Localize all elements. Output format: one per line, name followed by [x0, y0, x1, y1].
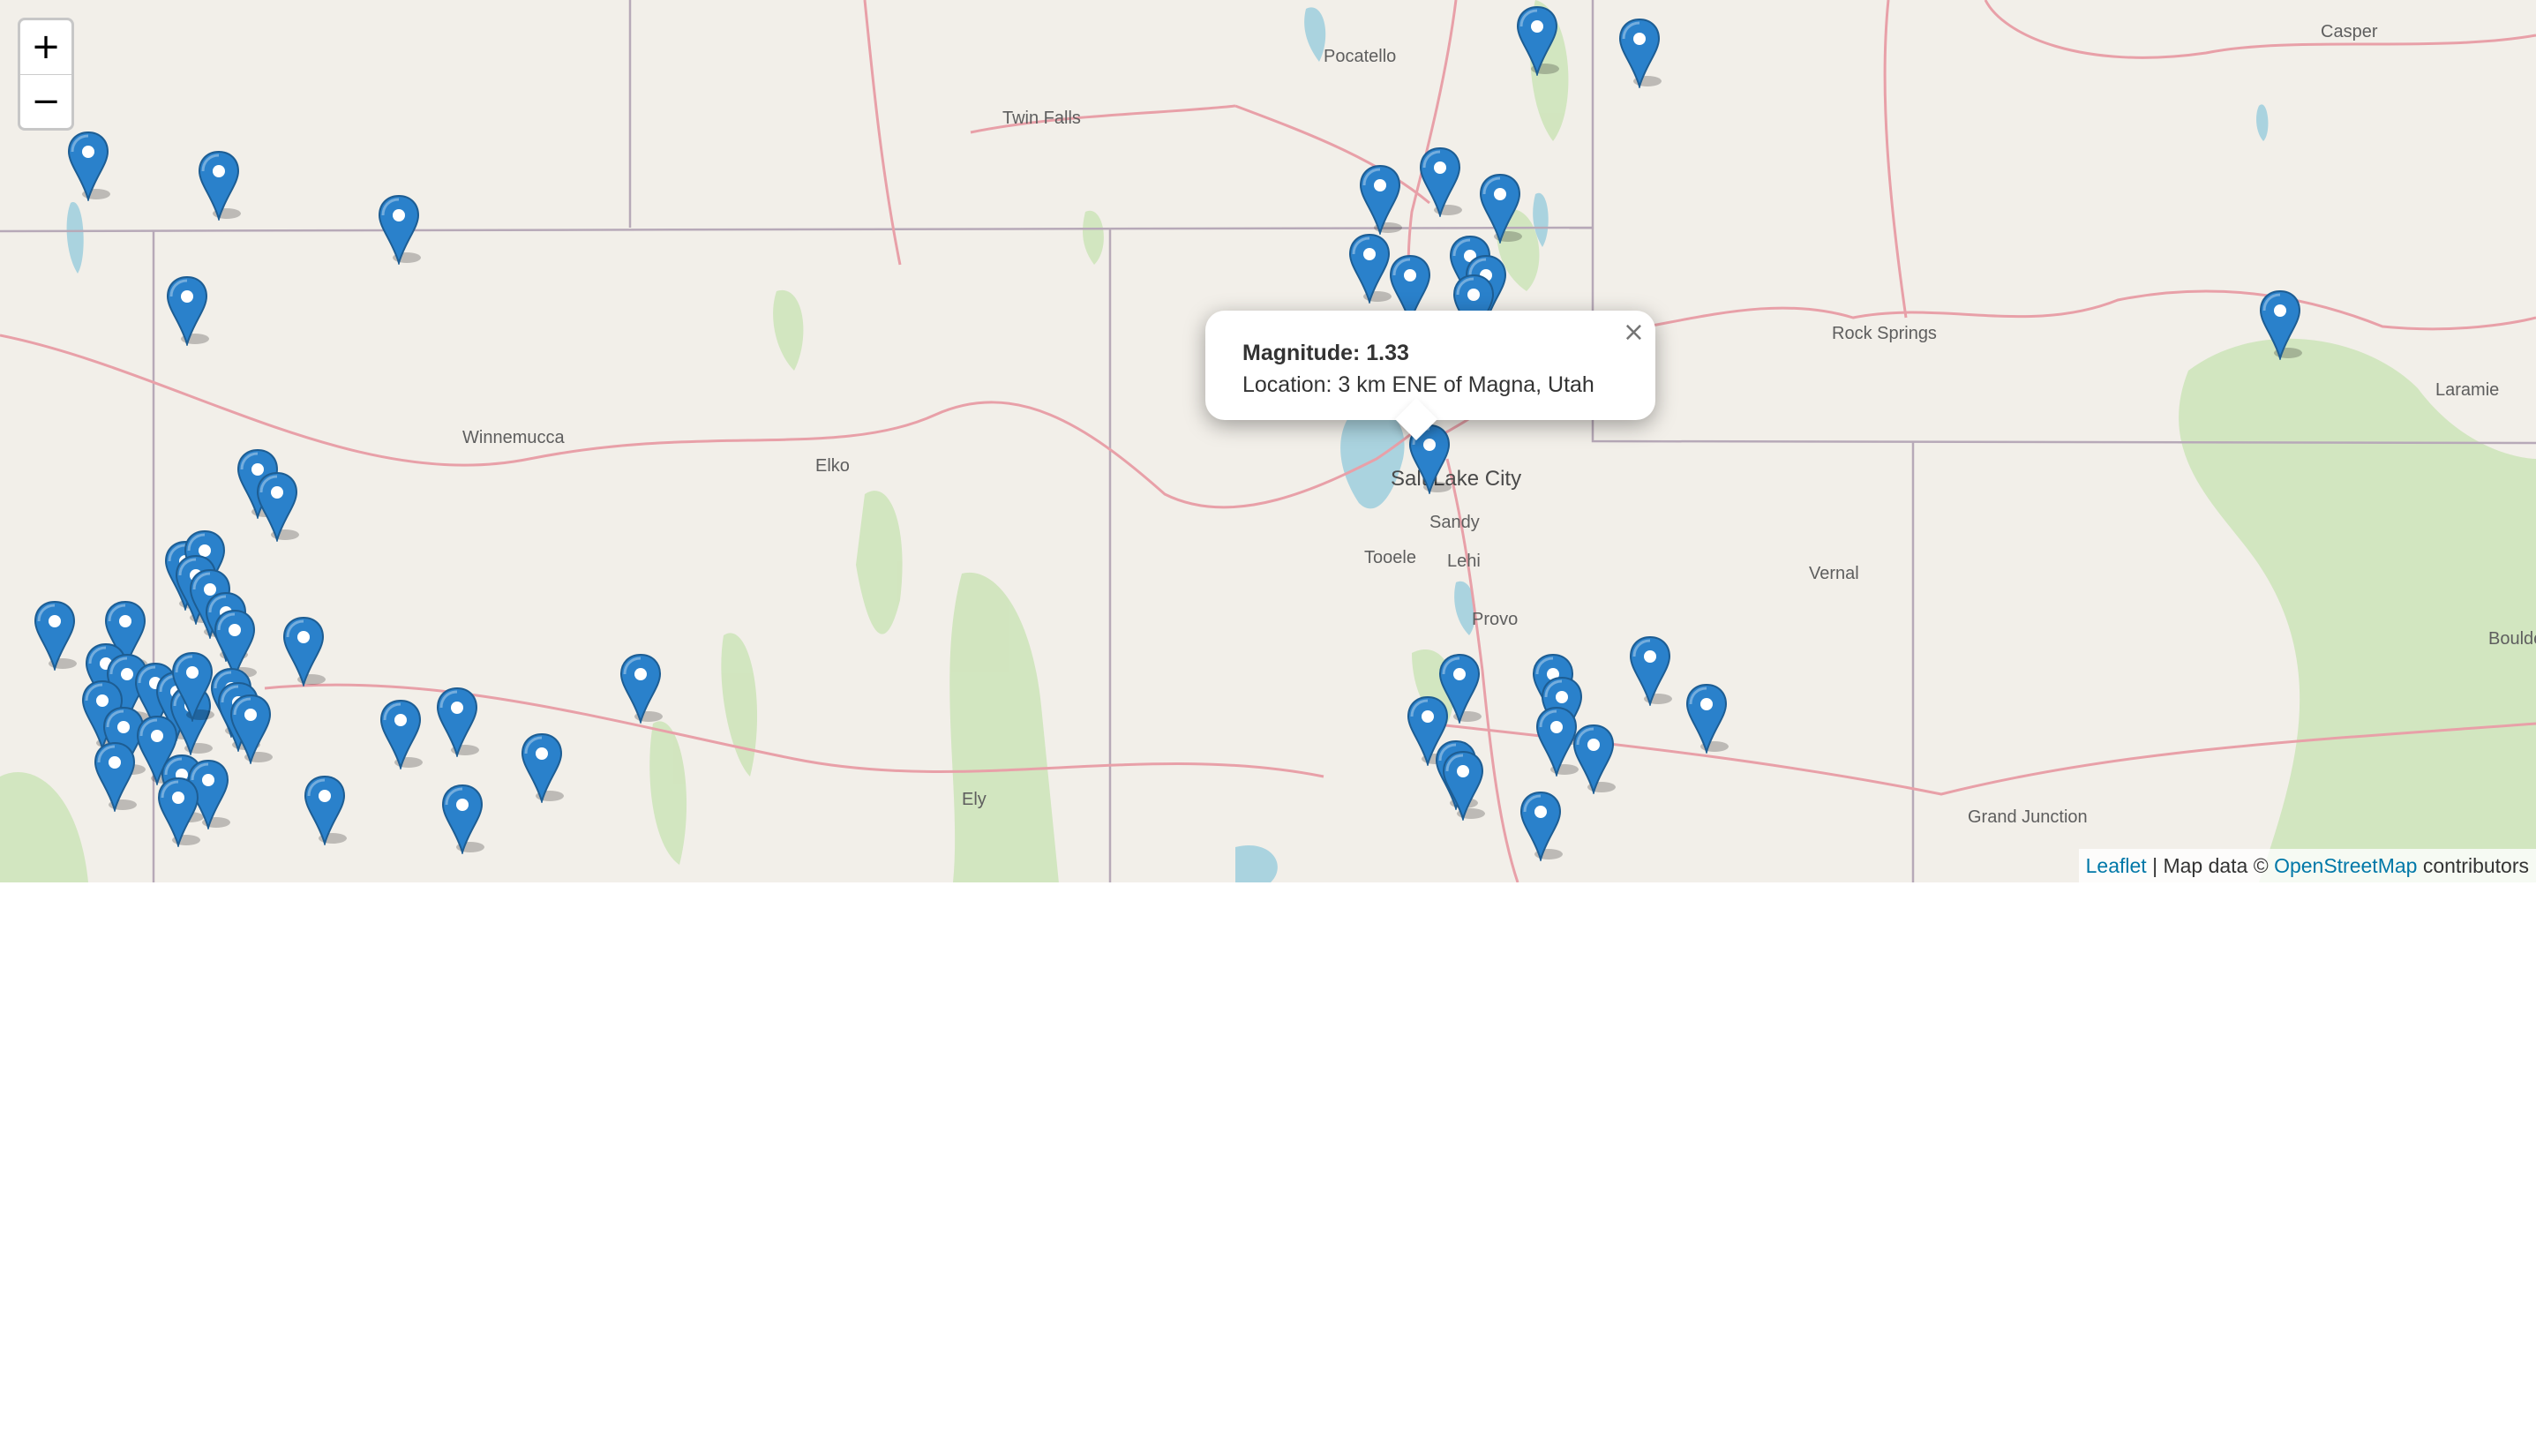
- map-marker-icon[interactable]: [165, 275, 209, 346]
- city-label: Tooele: [1364, 548, 1416, 567]
- map-data-text: Map data ©: [2163, 854, 2269, 877]
- attribution-separator: |: [2152, 854, 2158, 877]
- popup-location-row: Location: 3 km ENE of Magna, Utah: [1242, 369, 1620, 401]
- map-marker-icon[interactable]: [281, 616, 326, 687]
- leaflet-link[interactable]: Leaflet: [2086, 854, 2147, 877]
- city-label: Grand Junction: [1968, 807, 2088, 827]
- city-label: Sandy: [1429, 513, 1480, 532]
- magnitude-value: 1.33: [1366, 341, 1409, 365]
- map-marker-icon[interactable]: [379, 699, 423, 769]
- map-marker-icon[interactable]: [1519, 791, 1563, 861]
- zoom-in-button[interactable]: +: [20, 20, 71, 75]
- map-container[interactable]: Pocatello Twin Falls Casper Rock Springs…: [0, 0, 2536, 882]
- openstreetmap-link[interactable]: OpenStreetMap: [2274, 854, 2417, 877]
- city-label: Twin Falls: [1002, 109, 1081, 128]
- zoom-out-button[interactable]: −: [20, 75, 71, 128]
- map-marker-icon[interactable]: [93, 741, 137, 812]
- map-marker-icon[interactable]: [619, 653, 663, 724]
- map-marker-icon[interactable]: [303, 775, 347, 845]
- city-label: Pocatello: [1324, 47, 1396, 66]
- location-label: Location:: [1242, 372, 1332, 397]
- city-label: Provo: [1472, 610, 1518, 629]
- city-label: Lehi: [1447, 552, 1481, 571]
- city-label: Rock Springs: [1832, 324, 1937, 343]
- city-label: Vernal: [1809, 564, 1859, 583]
- city-label: Laramie: [2435, 380, 2499, 400]
- map-marker-icon[interactable]: [1358, 164, 1402, 235]
- map-marker-icon[interactable]: [197, 150, 241, 221]
- popup-close-button[interactable]: ×: [1623, 319, 1645, 346]
- location-value: 3 km ENE of Magna, Utah: [1338, 372, 1594, 397]
- city-label: Ely: [962, 790, 987, 809]
- map-marker-icon[interactable]: [1628, 635, 1672, 706]
- map-marker-icon[interactable]: [1441, 750, 1485, 821]
- contributors-text: contributors: [2422, 854, 2529, 877]
- marker-popup: × Magnitude: 1.33 Location: 3 km ENE of …: [1205, 311, 1655, 441]
- map-marker-icon[interactable]: [377, 194, 421, 265]
- map-marker-icon[interactable]: [33, 600, 77, 671]
- map-marker-icon[interactable]: [2258, 289, 2302, 360]
- map-marker-icon[interactable]: [1572, 724, 1616, 794]
- city-label: Casper: [2321, 22, 2378, 41]
- map-marker-icon[interactable]: [1418, 146, 1462, 217]
- city-label: Boulder: [2488, 629, 2536, 649]
- zoom-control: + −: [18, 18, 74, 131]
- popup-magnitude-row: Magnitude: 1.33: [1242, 337, 1620, 369]
- map-marker-icon[interactable]: [1515, 5, 1559, 76]
- map-marker-icon[interactable]: [1478, 173, 1522, 244]
- map-marker-icon[interactable]: [156, 777, 200, 847]
- map-marker-icon[interactable]: [229, 694, 273, 764]
- map-marker-icon[interactable]: [1347, 233, 1392, 304]
- map-attribution: Leaflet | Map data © OpenStreetMap contr…: [2078, 849, 2536, 882]
- map-marker-icon[interactable]: [170, 651, 214, 722]
- map-marker-icon[interactable]: [66, 131, 110, 201]
- map-marker-icon[interactable]: [1684, 683, 1729, 754]
- map-marker-icon[interactable]: [255, 471, 299, 542]
- city-label: Winnemucca: [462, 428, 565, 447]
- map-marker-icon[interactable]: [1617, 18, 1662, 88]
- magnitude-label: Magnitude:: [1242, 341, 1361, 365]
- map-marker-icon[interactable]: [435, 687, 479, 757]
- map-marker-icon[interactable]: [520, 732, 564, 803]
- map-marker-icon[interactable]: [440, 784, 484, 854]
- city-label: Elko: [815, 456, 850, 476]
